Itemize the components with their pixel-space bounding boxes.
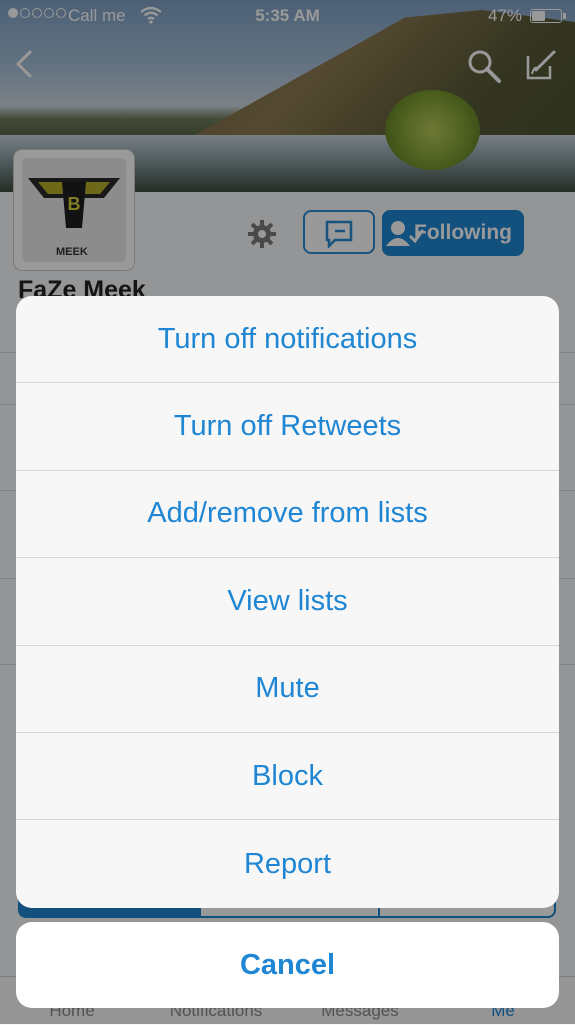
cancel-button[interactable]: Cancel bbox=[16, 922, 559, 1008]
view-lists-button[interactable]: View lists bbox=[16, 558, 559, 646]
mute-button[interactable]: Mute bbox=[16, 646, 559, 733]
add-remove-lists-button[interactable]: Add/remove from lists bbox=[16, 471, 559, 559]
action-sheet: Turn off notifications Turn off Retweets… bbox=[16, 296, 559, 908]
turn-off-retweets-button[interactable]: Turn off Retweets bbox=[16, 383, 559, 471]
turn-off-notifications-button[interactable]: Turn off notifications bbox=[16, 296, 559, 384]
block-button[interactable]: Block bbox=[16, 733, 559, 821]
report-button[interactable]: Report bbox=[16, 820, 559, 907]
